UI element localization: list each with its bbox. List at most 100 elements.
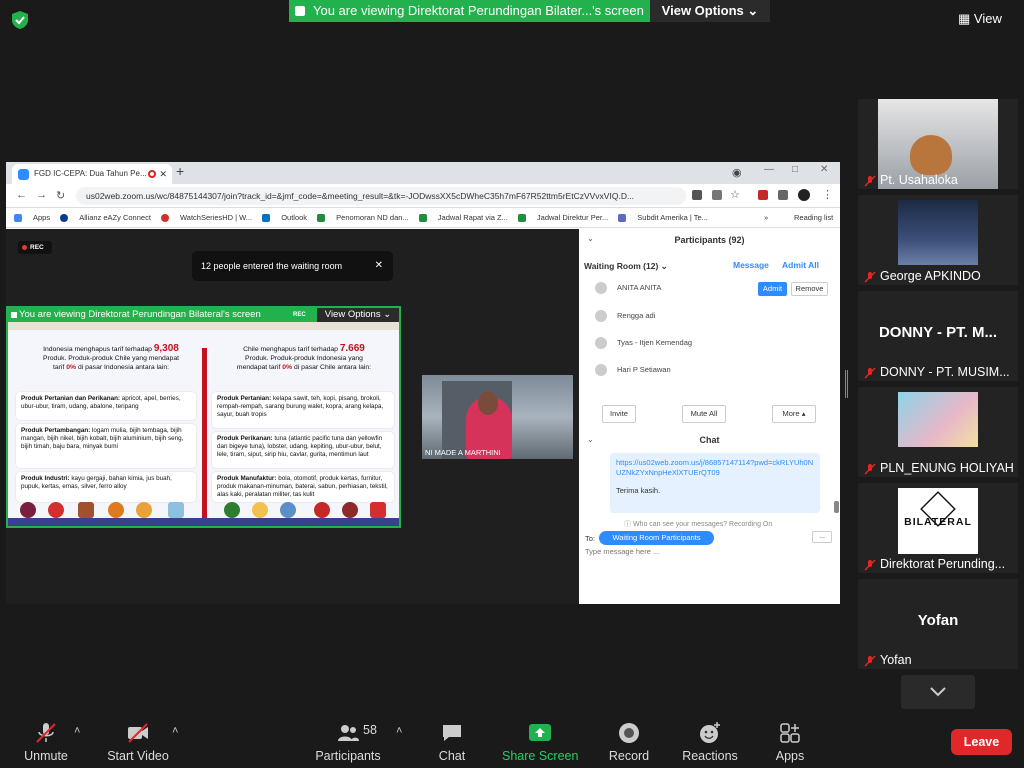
- more-button[interactable]: More ▴: [772, 405, 816, 423]
- tile-display-name: Yofan: [917, 612, 959, 629]
- who-can-see-link[interactable]: ⓘ Who can see your messages? Recording O…: [624, 519, 772, 529]
- share-indicator-icon: [295, 6, 305, 16]
- share-screen-button[interactable]: Share Screen: [502, 721, 578, 767]
- forward-icon[interactable]: →: [36, 189, 47, 201]
- maximize-icon[interactable]: □: [792, 164, 798, 175]
- admit-button[interactable]: Admit: [758, 282, 787, 296]
- share-screen-label: Share Screen: [502, 749, 579, 763]
- gallery-tile[interactable]: Yofan Yofan: [858, 579, 1018, 669]
- sheets-icon: [517, 214, 526, 223]
- waiting-item[interactable]: Tyas - Itjen Kemendag: [593, 334, 833, 352]
- gallery-next-button[interactable]: [901, 675, 975, 709]
- bookmark-outlook[interactable]: Outlook: [262, 208, 307, 228]
- url-bar[interactable]: us02web.zoom.us/wc/84875144307/join?trac…: [76, 187, 686, 205]
- view-options-button[interactable]: View Options ⌄: [650, 0, 770, 22]
- gallery-tile[interactable]: George APKINDO: [858, 195, 1018, 285]
- bookmark-penomoran[interactable]: Penomoran ND dan...: [317, 208, 409, 228]
- unmute-button[interactable]: Unmute: [20, 721, 72, 767]
- admit-all-button[interactable]: Admit All: [782, 260, 819, 270]
- zoom-web-client: REC 12 people entered the waiting room ✕…: [6, 229, 579, 604]
- extension-shield-icon[interactable]: [758, 190, 768, 200]
- participants-caret-icon[interactable]: ˄: [396, 725, 402, 737]
- bookmark-star-icon[interactable]: ☆: [730, 188, 740, 201]
- reactions-label: Reactions: [682, 749, 738, 763]
- info-icon: ⓘ: [624, 521, 633, 528]
- inner-view-options-button[interactable]: View Options ⌄: [317, 308, 399, 322]
- apps-button[interactable]: Apps: [770, 721, 810, 767]
- reload-icon[interactable]: ↻: [56, 189, 65, 202]
- shared-screen-browser: FGD IC-CEPA: Dua Tahun Pe... ✕ + ◉ — □ ✕…: [6, 162, 840, 604]
- bookmark-jadwal-rapat[interactable]: Jadwal Rapat via Z...: [418, 208, 508, 228]
- zoom-favicon-icon: [18, 169, 29, 180]
- reactions-button[interactable]: Reactions: [680, 721, 740, 767]
- fish-icon: [280, 502, 296, 518]
- chat-header: Chat: [699, 435, 720, 445]
- view-button[interactable]: ▦ View: [958, 8, 1018, 30]
- right-intro-line1: Chile menghapus tarif terhadap: [243, 346, 338, 353]
- waiting-room-toggle[interactable]: Waiting Room (12) ⌄: [584, 261, 668, 272]
- more-label: More: [782, 409, 800, 418]
- gallery-tile[interactable]: PLN_ENUNG HOLIYAH: [858, 387, 1018, 477]
- reading-list[interactable]: Reading list: [786, 208, 833, 228]
- waiting-room-message-button[interactable]: Message: [733, 260, 769, 270]
- audio-options-caret-icon[interactable]: ˄: [74, 725, 80, 737]
- new-tab-icon[interactable]: +: [176, 163, 184, 179]
- more-bookmarks-icon[interactable]: »: [764, 208, 768, 228]
- bilateral-logo: BILATERAL: [898, 488, 978, 554]
- chat-link[interactable]: https://us02web.zoom.us/j/86857147114?pw…: [616, 458, 813, 477]
- gallery-tile[interactable]: Pt. Usahaloka: [858, 99, 1018, 189]
- video-options-caret-icon[interactable]: ˄: [172, 725, 178, 737]
- participants-label: Participants: [315, 749, 381, 763]
- apple-icon: [48, 502, 64, 518]
- participant-video: [898, 200, 978, 265]
- profile-avatar-icon[interactable]: [798, 189, 810, 201]
- muted-mic-icon: [864, 367, 876, 379]
- leave-button[interactable]: Leave: [951, 729, 1012, 755]
- chat-label: Chat: [438, 749, 466, 763]
- bookmark-allianz[interactable]: Allianz eAZy Connect: [60, 208, 151, 228]
- close-tab-icon[interactable]: ✕: [159, 164, 167, 184]
- chat-more-button[interactable]: ...: [812, 531, 832, 543]
- camera-permission-icon[interactable]: [692, 190, 702, 200]
- card-title: Produk Industri:: [21, 475, 70, 482]
- remove-button[interactable]: Remove: [791, 282, 828, 296]
- gallery-tile[interactable]: DONNY - PT. M... DONNY - PT. MUSIM...: [858, 291, 1018, 381]
- teams-icon: [618, 214, 627, 223]
- start-video-button[interactable]: Start Video: [106, 721, 170, 767]
- extensions-icon[interactable]: [778, 190, 788, 200]
- back-icon[interactable]: ←: [16, 189, 27, 201]
- who-can-see-text: Who can see your messages? Recording On: [632, 521, 773, 528]
- chat-recipient-select[interactable]: Waiting Room Participants: [599, 531, 714, 545]
- chat-button[interactable]: Chat: [430, 721, 474, 767]
- browser-tab-bar: FGD IC-CEPA: Dua Tahun Pe... ✕ + ◉ — □ ✕: [6, 162, 840, 184]
- invite-button[interactable]: Invite: [602, 405, 636, 423]
- waiting-item[interactable]: Rengga adi: [593, 307, 833, 325]
- browser-tab[interactable]: FGD IC-CEPA: Dua Tahun Pe... ✕: [12, 164, 172, 184]
- waiting-name: Rengga adi: [617, 311, 656, 320]
- panel-resize-handle[interactable]: [845, 370, 848, 398]
- bookmark-label: WatchSeriesHD | W...: [180, 213, 253, 222]
- waiting-item[interactable]: Hari P Setiawan: [593, 361, 833, 379]
- close-window-icon[interactable]: ✕: [820, 164, 828, 175]
- menu-kebab-icon[interactable]: ⋮: [822, 188, 833, 201]
- close-toast-icon[interactable]: ✕: [375, 251, 383, 281]
- bookmark-subdit[interactable]: Subdit Amerika | Te...: [618, 208, 708, 228]
- record-button[interactable]: Record: [606, 721, 652, 767]
- security-shield-icon[interactable]: [10, 10, 30, 30]
- notifications-blocked-icon[interactable]: [712, 190, 722, 200]
- tab-search-icon[interactable]: ◉: [732, 166, 742, 179]
- apps-grid-icon: [14, 214, 22, 223]
- mute-all-button[interactable]: Mute All: [682, 405, 726, 423]
- chat-scrollbar[interactable]: [834, 501, 839, 513]
- waiting-name: Hari P Setiawan: [617, 365, 671, 374]
- slide-title-strip: [8, 322, 399, 330]
- minimize-icon[interactable]: —: [764, 164, 774, 175]
- bookmark-watchseries[interactable]: WatchSeriesHD | W...: [161, 208, 252, 228]
- sack-icon: [78, 502, 94, 518]
- rec-label: REC: [30, 244, 44, 251]
- gallery-tile[interactable]: BILATERAL Direktorat Perunding...: [858, 483, 1018, 573]
- orange-icon: [136, 502, 152, 518]
- bookmark-jadwal-direktur[interactable]: Jadwal Direktur Per...: [517, 208, 608, 228]
- chat-input[interactable]: Type message here ...: [585, 547, 659, 556]
- bookmark-apps[interactable]: Apps: [14, 208, 50, 228]
